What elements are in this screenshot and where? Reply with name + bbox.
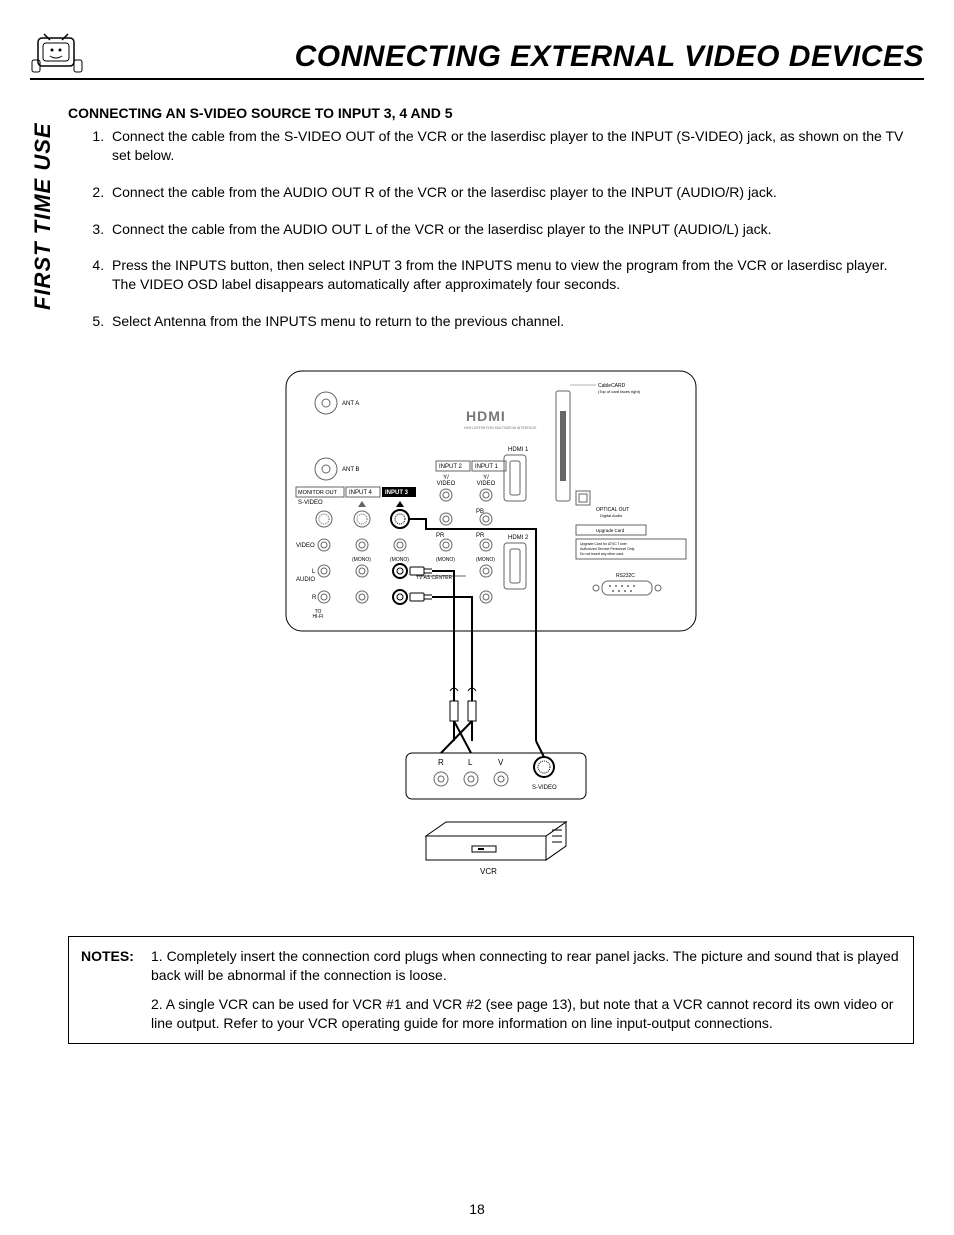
label-optical2: Digital Audio (600, 513, 623, 518)
page-title: CONNECTING EXTERNAL VIDEO DEVICES (100, 40, 924, 74)
vcr-r: R (438, 758, 444, 767)
label-ant-a: ANT A (342, 401, 359, 407)
label-service3: Do not insert any other card. (580, 552, 624, 556)
label-cablecard2: (Top of card faces right) (598, 389, 641, 394)
label-yvideo2: VIDEO (437, 481, 456, 487)
label-mono4: (MONO) (476, 557, 495, 563)
step-item: Connect the cable from the AUDIO OUT R o… (108, 183, 914, 202)
label-input2: INPUT 2 (439, 464, 463, 470)
label-svideo: S-VIDEO (298, 500, 323, 506)
step-list: Connect the cable from the S-VIDEO OUT o… (68, 127, 914, 331)
notes-body: 1. Completely insert the connection cord… (151, 947, 901, 1033)
section-heading: CONNECTING AN S-VIDEO SOURCE TO INPUT 3,… (68, 104, 914, 123)
label-yvideo4: VIDEO (477, 481, 496, 487)
label-l: L (312, 569, 316, 575)
label-input4: INPUT 4 (349, 490, 373, 496)
vcr-svideo: S-VIDEO (532, 785, 557, 791)
note-item: 2. A single VCR can be used for VCR #1 a… (151, 995, 901, 1033)
label-rs232c: RS232C (616, 573, 635, 579)
page-number: 18 (0, 1201, 954, 1217)
label-hdmi1: HDMI 1 (508, 447, 529, 453)
vcr-l: L (468, 758, 473, 767)
label-pr2: PR (476, 533, 485, 539)
note-item: 1. Completely insert the connection cord… (151, 947, 901, 985)
label-mono3: (MONO) (436, 557, 455, 563)
main-content: CONNECTING AN S-VIDEO SOURCE TO INPUT 3,… (68, 104, 914, 1044)
label-service2: Authorized Service Personnel Only. (580, 547, 635, 551)
label-ant-b: ANT B (342, 467, 360, 473)
section-tab: FIRST TIME USE (30, 122, 56, 310)
step-item: Connect the cable from the S-VIDEO OUT o… (108, 127, 914, 165)
notes-box: NOTES: 1. Completely insert the connecti… (68, 936, 914, 1044)
label-input3: INPUT 3 (385, 490, 409, 496)
label-tohifi2: HI-FI (312, 614, 323, 620)
label-service1: Upgrade Card for ATSC Tuner (580, 542, 628, 546)
label-hdmi2: HDMI 2 (508, 535, 529, 541)
tv-mascot-icon (30, 30, 84, 74)
step-item: Select Antenna from the INPUTS menu to r… (108, 312, 914, 331)
label-audio: AUDIO (296, 577, 315, 583)
label-video: VIDEO (296, 543, 315, 549)
label-monitor-out: MONITOR OUT (298, 490, 338, 496)
label-upgrade: Upgrade Card (596, 528, 625, 533)
label-mono2: (MONO) (390, 557, 409, 563)
label-input1: INPUT 1 (475, 464, 499, 470)
hdmi-logo: HDMI (466, 408, 506, 424)
notes-label: NOTES: (81, 947, 151, 1033)
label-r: R (312, 595, 317, 601)
connection-diagram: ANT A ANT B HDMI HIGH-DEFINITION MULTIME… (68, 361, 914, 896)
page-header: CONNECTING EXTERNAL VIDEO DEVICES (30, 30, 924, 80)
label-mono1: (MONO) (352, 557, 371, 563)
hdmi-sub: HIGH-DEFINITION MULTIMEDIA INTERFACE (464, 426, 537, 430)
vcr-v: V (498, 758, 504, 767)
step-item: Press the INPUTS button, then select INP… (108, 256, 914, 294)
label-pr: PR (436, 533, 445, 539)
vcr-label: VCR (480, 867, 497, 876)
step-item: Connect the cable from the AUDIO OUT L o… (108, 220, 914, 239)
